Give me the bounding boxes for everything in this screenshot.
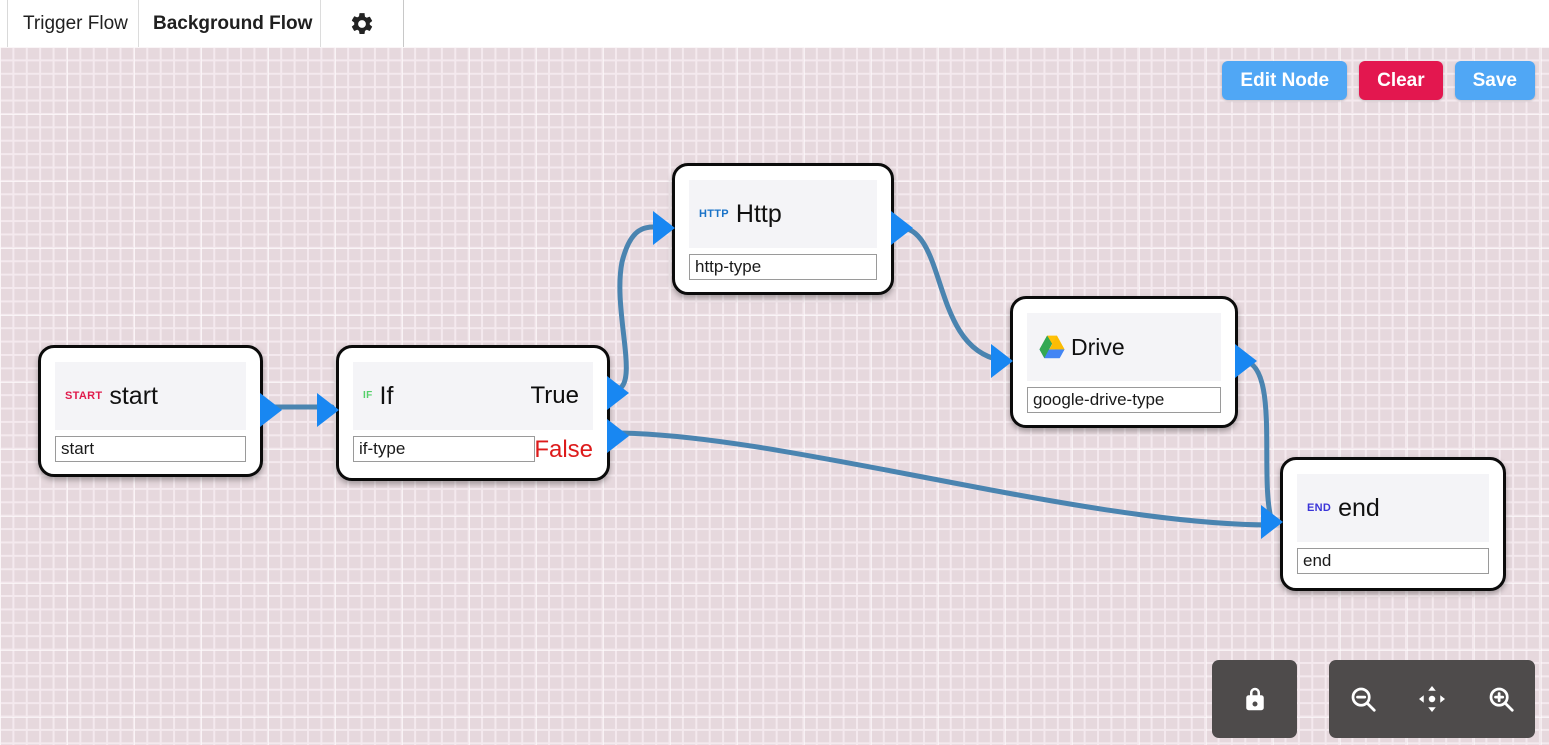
node-start-title: start <box>109 381 158 410</box>
node-start-header: START start <box>55 362 246 430</box>
node-drive-source-handle[interactable] <box>1235 344 1257 378</box>
lock-button[interactable] <box>1212 660 1297 738</box>
node-http-header: HTTP Http <box>689 180 877 248</box>
edge-drive-to-end <box>1237 357 1275 525</box>
node-start-source-handle[interactable] <box>260 393 282 427</box>
if-badge-icon: IF <box>363 390 373 401</box>
node-end-target-handle[interactable] <box>1261 505 1283 539</box>
zoom-in-button[interactable] <box>1475 673 1527 725</box>
node-http-target-handle[interactable] <box>653 211 675 245</box>
node-if-target-handle[interactable] <box>317 393 339 427</box>
tab-trigger-flow[interactable]: Trigger Flow <box>9 0 142 47</box>
node-http[interactable]: HTTP Http http-type <box>653 163 913 295</box>
http-badge-icon: HTTP <box>699 207 729 220</box>
tab-background-flow-label: Background Flow <box>153 12 313 34</box>
canvas-actions: Edit Node Clear Save <box>1222 61 1535 100</box>
node-drive-target-handle[interactable] <box>991 344 1013 378</box>
end-badge-icon: END <box>1307 501 1332 514</box>
fit-view-icon <box>1418 686 1445 712</box>
edit-node-button[interactable]: Edit Node <box>1222 61 1348 100</box>
node-if-title: If <box>379 381 394 410</box>
clear-button[interactable]: Clear <box>1359 61 1443 100</box>
zoom-out-button[interactable] <box>1337 673 1389 725</box>
node-if[interactable]: IF If True if-type False <box>317 345 629 481</box>
node-start-type-input[interactable]: start <box>55 436 246 462</box>
node-if-true-source-handle[interactable] <box>607 376 629 410</box>
lock-icon <box>1245 687 1264 711</box>
node-drive[interactable]: Drive google-drive-type <box>991 296 1257 428</box>
node-start[interactable]: START start start <box>38 345 282 477</box>
edge-if-false-to-end <box>611 430 1275 528</box>
node-if-false-label: False <box>534 436 593 463</box>
edge-http-to-drive <box>895 224 1003 363</box>
fit-view-button[interactable] <box>1406 673 1458 725</box>
node-if-header: IF If True <box>353 362 593 430</box>
zoom-in-icon <box>1489 687 1514 712</box>
flow-canvas[interactable]: Edit Node Clear Save START start start I… <box>0 47 1549 745</box>
node-http-type-input[interactable]: http-type <box>689 254 877 280</box>
header-bar: Trigger Flow Background Flow <box>0 0 1549 47</box>
node-end-title: end <box>1338 493 1380 522</box>
zoom-controls <box>1329 660 1535 738</box>
node-if-type-input[interactable]: if-type <box>353 436 535 462</box>
node-if-false-source-handle[interactable] <box>607 419 629 453</box>
node-end-type-input[interactable]: end <box>1297 548 1489 574</box>
google-drive-icon <box>1039 335 1065 358</box>
node-drive-header: Drive <box>1027 313 1221 381</box>
settings-button[interactable] <box>320 0 404 47</box>
node-http-source-handle[interactable] <box>891 211 913 245</box>
header-left-gutter <box>0 0 8 47</box>
zoom-out-icon <box>1351 687 1376 712</box>
node-drive-type-input[interactable]: google-drive-type <box>1027 387 1221 413</box>
node-end-header: END end <box>1297 474 1489 542</box>
node-end[interactable]: END end end <box>1261 457 1506 591</box>
tab-background-flow[interactable]: Background Flow <box>138 0 326 47</box>
gear-icon <box>351 12 373 34</box>
edge-if-true-to-http <box>611 224 671 393</box>
save-button[interactable]: Save <box>1454 61 1535 100</box>
tab-trigger-flow-label: Trigger Flow <box>23 12 128 34</box>
start-badge-icon: START <box>65 389 103 402</box>
node-http-title: Http <box>735 199 782 228</box>
node-drive-title: Drive <box>1071 333 1125 360</box>
node-if-true-label: True <box>530 382 579 409</box>
flow-editor: Trigger Flow Background Flow Edit Node C… <box>0 0 1549 745</box>
